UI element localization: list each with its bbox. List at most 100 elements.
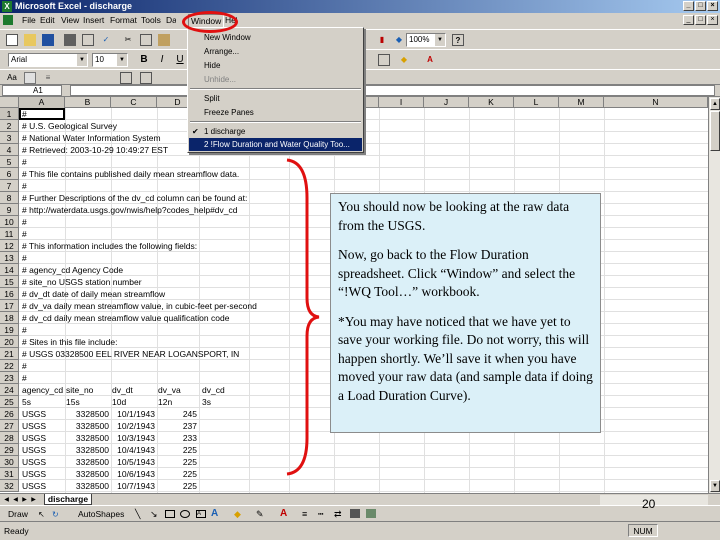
cell-a[interactable]: # site_no USGS station number bbox=[22, 276, 142, 288]
row-header[interactable]: 8 bbox=[0, 192, 19, 204]
cell-c[interactable]: 10/5/1943 bbox=[111, 456, 155, 468]
close-button[interactable]: × bbox=[707, 1, 718, 11]
cell-d[interactable]: 225 bbox=[157, 444, 197, 456]
row-header[interactable]: 25 bbox=[0, 396, 19, 408]
vertical-scrollbar[interactable]: ▲ ▼ bbox=[708, 97, 720, 493]
cell-b[interactable]: 3328500 bbox=[65, 444, 109, 456]
line-style-icon[interactable]: ≡ bbox=[302, 509, 307, 519]
menu-item-discharge[interactable]: 1 discharge bbox=[204, 125, 245, 138]
formula-input[interactable] bbox=[70, 85, 715, 96]
cell-a[interactable]: # dv_cd daily mean streamflow value qual… bbox=[22, 312, 229, 324]
cell-d[interactable]: 225 bbox=[157, 468, 197, 480]
cell-a[interactable]: USGS bbox=[22, 456, 46, 468]
cell-a[interactable]: agency_cd bbox=[22, 384, 63, 396]
column-header-l[interactable]: L bbox=[514, 97, 559, 108]
row-header[interactable]: 22 bbox=[0, 360, 19, 372]
autoshapes-menu-button[interactable]: AutoShapes bbox=[78, 509, 124, 519]
row-header[interactable]: 19 bbox=[0, 324, 19, 336]
cell-a[interactable]: # dv_dt date of daily mean streamflow bbox=[22, 288, 165, 300]
cell-e[interactable]: dv_cd bbox=[202, 384, 225, 396]
cell-c[interactable]: 10/2/1943 bbox=[111, 420, 155, 432]
doc-close-button[interactable]: × bbox=[707, 15, 718, 25]
row-header[interactable]: 3 bbox=[0, 132, 19, 144]
cell-c[interactable]: 10/7/1943 bbox=[111, 480, 155, 492]
line-icon[interactable]: ╲ bbox=[135, 509, 140, 520]
first-sheet-icon[interactable]: ◀ bbox=[2, 495, 11, 505]
map-icon[interactable]: ◆ bbox=[393, 34, 405, 46]
cell-a[interactable]: # Further Descriptions of the dv_cd colu… bbox=[22, 192, 247, 204]
excel-app-icon[interactable]: X bbox=[2, 1, 12, 12]
cell-d[interactable]: 237 bbox=[157, 420, 197, 432]
row-header[interactable]: 9 bbox=[0, 204, 19, 216]
zoom-select[interactable]: 100% ▼ bbox=[406, 33, 446, 47]
cell-a[interactable]: 5s bbox=[22, 396, 31, 408]
fill-color-icon[interactable]: ◆ bbox=[234, 509, 241, 520]
menu-data[interactable]: Data bbox=[166, 15, 176, 25]
cell-c[interactable]: 10d bbox=[112, 396, 126, 408]
italic-icon[interactable]: I bbox=[156, 54, 168, 66]
row-header[interactable]: 6 bbox=[0, 168, 19, 180]
cell-b[interactable]: 15s bbox=[66, 396, 80, 408]
cell-a[interactable]: # Sites in this file include: bbox=[22, 336, 117, 348]
row-header[interactable]: 29 bbox=[0, 444, 19, 456]
active-cell-cursor[interactable] bbox=[19, 108, 65, 120]
row-header[interactable]: 14 bbox=[0, 264, 19, 276]
cell-a[interactable]: # dv_va daily mean streamflow value, in … bbox=[22, 300, 257, 312]
cell-d[interactable]: dv_va bbox=[158, 384, 181, 396]
column-header-i[interactable]: I bbox=[379, 97, 424, 108]
save-icon[interactable] bbox=[42, 34, 54, 46]
cell-a[interactable]: USGS bbox=[22, 444, 46, 456]
fill-color-icon[interactable]: ◆ bbox=[398, 54, 410, 66]
sheet-tab-discharge[interactable]: discharge bbox=[44, 494, 92, 505]
shadow-icon[interactable] bbox=[350, 509, 360, 518]
column-header-n[interactable]: N bbox=[604, 97, 708, 108]
row-header[interactable]: 20 bbox=[0, 336, 19, 348]
row-header[interactable]: 11 bbox=[0, 228, 19, 240]
cell-a[interactable]: # http://waterdata.usgs.gov/nwis/help?co… bbox=[22, 204, 237, 216]
cell-a[interactable]: # U.S. Geological Survey bbox=[22, 120, 117, 132]
cell-b[interactable]: 3328500 bbox=[65, 408, 109, 420]
row-header[interactable]: 13 bbox=[0, 252, 19, 264]
cell-a[interactable]: # This file contains published daily mea… bbox=[22, 168, 239, 180]
next-sheet-icon[interactable]: ▶ bbox=[20, 495, 29, 505]
cell-b[interactable]: 3328500 bbox=[65, 420, 109, 432]
document-icon[interactable] bbox=[3, 15, 13, 25]
minimize-button[interactable]: _ bbox=[683, 1, 694, 11]
cell-a[interactable]: # USGS 03328500 EEL RIVER NEAR LOGANSPOR… bbox=[22, 348, 239, 360]
menu-item-unhide[interactable]: Unhide... bbox=[204, 73, 236, 86]
cell-d[interactable]: 245 bbox=[157, 408, 197, 420]
menu-item-freeze-panes[interactable]: Freeze Panes bbox=[204, 106, 254, 119]
font-style-icon[interactable]: Aa bbox=[6, 72, 18, 84]
menu-file[interactable]: File bbox=[22, 15, 36, 25]
bold-icon[interactable]: B bbox=[138, 54, 150, 66]
table-icon[interactable] bbox=[140, 72, 152, 84]
copy-icon[interactable] bbox=[140, 34, 152, 46]
select-all-corner[interactable] bbox=[0, 97, 19, 108]
cell-c[interactable]: 10/1/1943 bbox=[111, 408, 155, 420]
row-header[interactable]: 28 bbox=[0, 432, 19, 444]
cell-d[interactable]: 12n bbox=[158, 396, 172, 408]
column-header-m[interactable]: M bbox=[559, 97, 604, 108]
cell-a[interactable]: # bbox=[22, 156, 27, 168]
row-header[interactable]: 4 bbox=[0, 144, 19, 156]
arrow-style-icon[interactable]: ⇄ bbox=[334, 509, 342, 520]
cell-a[interactable]: USGS bbox=[22, 480, 46, 492]
doc-restore-button[interactable]: □ bbox=[695, 15, 706, 25]
cell-d[interactable]: 225 bbox=[157, 456, 197, 468]
row-header[interactable]: 15 bbox=[0, 276, 19, 288]
line-color-icon[interactable]: ✎ bbox=[256, 509, 264, 520]
grid-icon[interactable] bbox=[120, 72, 132, 84]
menu-item-hide[interactable]: Hide bbox=[204, 59, 220, 72]
borders-icon[interactable] bbox=[378, 54, 390, 66]
row-header[interactable]: 5 bbox=[0, 156, 19, 168]
menu-item-split[interactable]: Split bbox=[204, 92, 220, 105]
chevron-down-icon[interactable]: ▼ bbox=[77, 54, 87, 66]
align-icon[interactable]: ≡ bbox=[42, 72, 54, 84]
cut-icon[interactable]: ✂ bbox=[122, 34, 134, 46]
cell-c[interactable]: 10/6/1943 bbox=[111, 468, 155, 480]
maximize-button[interactable]: □ bbox=[695, 1, 706, 11]
cell-a[interactable]: # bbox=[22, 252, 27, 264]
row-header[interactable]: 17 bbox=[0, 300, 19, 312]
arrow-icon[interactable]: ↘ bbox=[150, 509, 158, 520]
row-header[interactable]: 30 bbox=[0, 456, 19, 468]
